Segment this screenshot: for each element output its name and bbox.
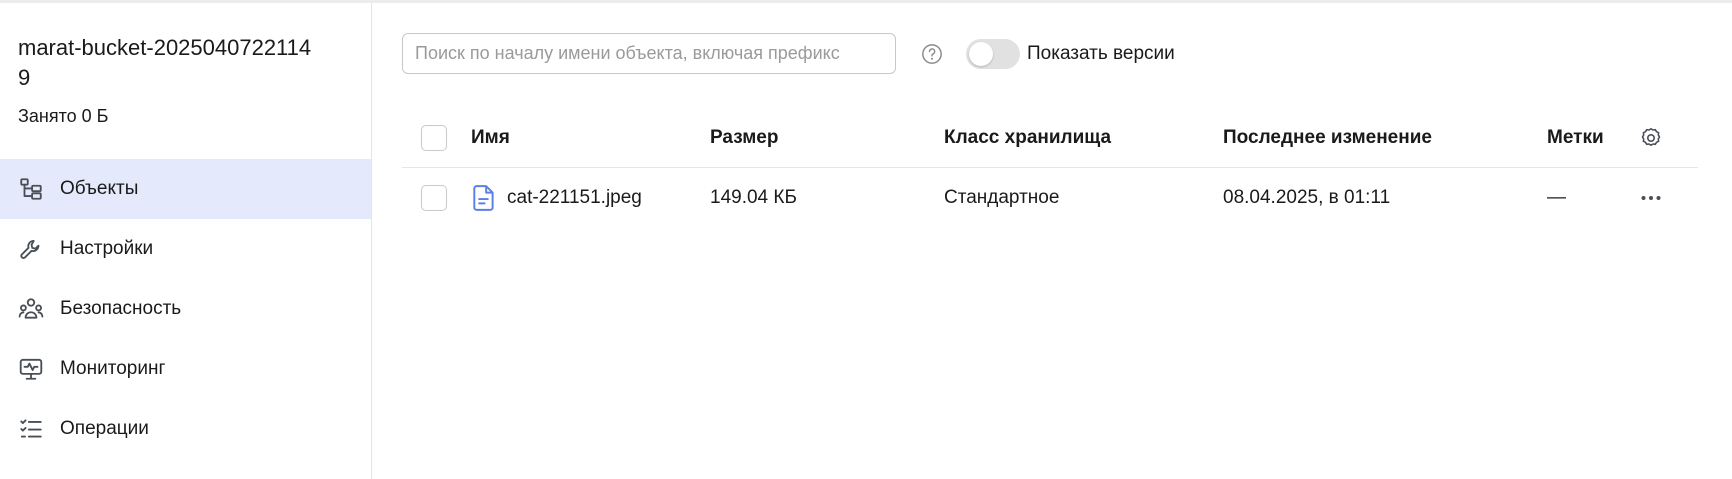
column-header-storage-class[interactable]: Класс хранилища [944, 108, 1111, 168]
bucket-used-space: Занято 0 Б [18, 106, 109, 126]
help-icon[interactable] [921, 43, 943, 65]
users-icon [18, 296, 44, 322]
table-header: Имя Размер Класс хранилища Последнее изм… [402, 108, 1698, 168]
object-name-cell[interactable]: cat-221151.jpeg [471, 168, 642, 228]
column-settings-cell [1639, 108, 1663, 168]
sidebar-item-objects[interactable]: Объекты [0, 159, 371, 219]
column-header-size[interactable]: Размер [710, 108, 778, 168]
search-input[interactable] [402, 33, 896, 74]
column-header-labels[interactable]: Метки [1547, 108, 1604, 168]
column-header-modified[interactable]: Последнее изменение [1223, 108, 1432, 168]
table-row[interactable]: cat-221151.jpeg 149.04 КБ Стандартное 08… [402, 168, 1698, 228]
bucket-name: marat-bucket-20250407221149 [18, 35, 312, 90]
object-storage-class: Стандартное [944, 187, 1060, 208]
sidebar-item-security[interactable]: Безопасность [0, 279, 371, 339]
sidebar-item-label: Объекты [60, 178, 139, 199]
object-modified: 08.04.2025, в 01:11 [1223, 187, 1391, 208]
monitor-icon [18, 356, 44, 382]
sidebar-item-label: Настройки [60, 238, 154, 259]
file-icon [473, 185, 494, 211]
sidebar-item-label: Безопасность [60, 298, 182, 319]
object-size: 149.04 КБ [710, 187, 797, 208]
sidebar-item-monitoring[interactable]: Мониторинг [0, 339, 371, 399]
wrench-icon [18, 236, 44, 262]
row-select-cell [421, 168, 447, 228]
tree-icon [18, 176, 44, 202]
select-all-checkbox[interactable] [421, 125, 447, 151]
select-all-cell [421, 108, 447, 168]
sidebar-item-operations[interactable]: Операции [0, 399, 371, 459]
row-checkbox[interactable] [421, 185, 447, 211]
sidebar-nav: Объекты Настройки Безопасность Мониторин… [0, 159, 371, 459]
object-name[interactable]: cat-221151.jpeg [507, 187, 642, 209]
main-content: Показать версии Имя Размер Класс хранили… [372, 3, 1732, 479]
object-labels: — [1547, 187, 1566, 208]
objects-table: Имя Размер Класс хранилища Последнее изм… [402, 108, 1698, 228]
sidebar-item-label: Мониторинг [60, 358, 166, 379]
sidebar-item-settings[interactable]: Настройки [0, 219, 371, 279]
row-actions-cell [1639, 168, 1663, 228]
sidebar: marat-bucket-20250407221149 Занято 0 Б О… [0, 3, 372, 479]
more-actions-icon[interactable] [1639, 186, 1663, 210]
versions-toggle-label: Показать версии [1027, 43, 1175, 64]
toggle-knob [969, 42, 993, 66]
versions-toggle[interactable] [966, 39, 1020, 69]
sidebar-item-label: Операции [60, 418, 149, 439]
column-header-name[interactable]: Имя [471, 108, 510, 168]
gear-icon[interactable] [1639, 126, 1663, 150]
checklist-icon [18, 416, 44, 442]
